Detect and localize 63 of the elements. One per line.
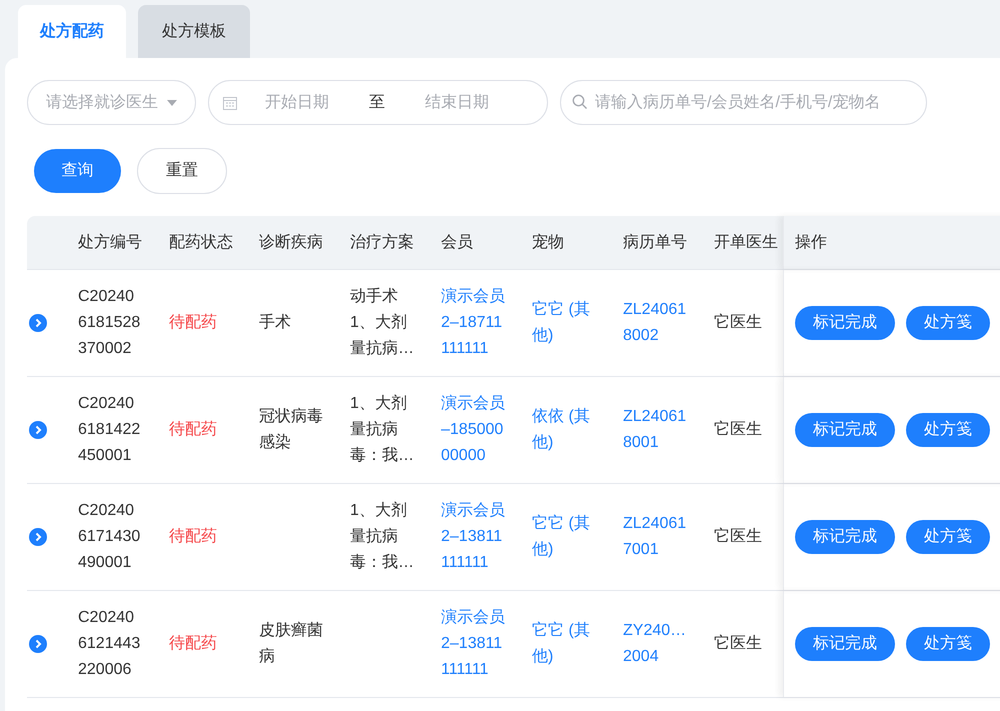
prescription-number: C20240 6181422 450001 [78, 394, 140, 466]
diagnosis-text: 手术 [259, 312, 291, 333]
mark-complete-button[interactable]: 标记完成 [795, 520, 895, 554]
treatment-plan-text: 动手术 1、大剂 量抗病… [350, 286, 414, 359]
status-text: 待配药 [169, 420, 217, 440]
pet-link[interactable]: 依依 (其 他) [532, 404, 590, 456]
mark-complete-button[interactable]: 标记完成 [795, 627, 895, 661]
doctor-select[interactable]: 请选择就诊医生 [27, 80, 196, 125]
column-header: 操作 [795, 232, 827, 252]
record-number-link[interactable]: ZL24061 8002 [623, 297, 686, 349]
record-number-link[interactable]: ZY240… 2004 [623, 618, 686, 670]
expand-row-icon[interactable] [29, 635, 47, 653]
status-text: 待配药 [169, 634, 217, 654]
expand-row-icon[interactable] [29, 528, 47, 546]
prescription-number: C20240 6181528 370002 [78, 287, 140, 359]
tab[interactable]: 处方配药 [18, 5, 126, 58]
date-range-field[interactable]: 开始日期 至 结束日期 [208, 80, 548, 125]
pet-link[interactable]: 它它 (其 他) [532, 297, 590, 349]
start-date-field[interactable]: 开始日期 [237, 90, 357, 114]
search-field[interactable]: 请输入病历单号/会员姓名/手机号/宠物名 [560, 80, 927, 125]
column-header: 处方编号 [78, 232, 142, 252]
end-date-field[interactable]: 结束日期 [397, 90, 517, 114]
prescription-number: C20240 6171430 490001 [78, 501, 140, 573]
search-icon [572, 94, 588, 110]
prescription-button[interactable]: 处方笺 [906, 413, 990, 447]
caret-down-icon [167, 100, 177, 106]
treatment-plan-text: 1、大剂 量抗病 毒：我… [350, 394, 414, 466]
pet-link[interactable]: 它它 (其 他) [532, 511, 590, 563]
query-button[interactable]: 查询 [34, 148, 121, 192]
prescription-button[interactable]: 处方笺 [906, 520, 990, 554]
column-header: 病历单号 [623, 232, 687, 252]
record-number-link[interactable]: ZL24061 8001 [623, 404, 686, 456]
member-link[interactable]: 演示会员 2–18711 111111 [441, 284, 505, 362]
doctor-name: 它医生 [714, 634, 762, 654]
prescription-number: C20240 6121443 220006 [78, 608, 140, 680]
member-link[interactable]: 演示会员 2–13811 111111 [441, 498, 505, 576]
prescription-button[interactable]: 处方笺 [906, 306, 990, 340]
pet-link[interactable]: 它它 (其 他) [532, 618, 590, 670]
prescription-button[interactable]: 处方笺 [906, 627, 990, 661]
tab[interactable]: 处方模板 [138, 5, 250, 58]
member-link[interactable]: 演示会员 –185000 00000 [441, 391, 505, 469]
diagnosis-text: 冠状病毒 感染 [259, 406, 323, 453]
column-header: 会员 [441, 232, 473, 252]
calendar-icon [223, 96, 237, 110]
treatment-plan-text: 1、大剂 量抗病 毒：我… [350, 500, 414, 573]
column-header: 配药状态 [169, 232, 233, 252]
status-text: 待配药 [169, 526, 217, 547]
record-number-link[interactable]: ZL24061 7001 [623, 511, 686, 563]
member-link[interactable]: 演示会员 2–13811 111111 [441, 605, 505, 683]
status-text: 待配药 [169, 312, 217, 333]
column-header: 治疗方案 [350, 232, 414, 252]
diagnosis-text: 皮肤癣菌 病 [259, 620, 323, 667]
column-header: 开单医生 [714, 232, 778, 252]
expand-row-icon[interactable] [29, 421, 47, 439]
doctor-name: 它医生 [714, 420, 762, 440]
doctor-name: 它医生 [714, 526, 762, 547]
column-header: 诊断疾病 [259, 232, 323, 252]
expand-row-icon[interactable] [29, 314, 47, 332]
mark-complete-button[interactable]: 标记完成 [795, 413, 895, 447]
column-header: 宠物 [532, 232, 564, 252]
reset-button[interactable]: 重置 [137, 148, 227, 194]
mark-complete-button[interactable]: 标记完成 [795, 306, 895, 340]
doctor-name: 它医生 [714, 312, 762, 333]
